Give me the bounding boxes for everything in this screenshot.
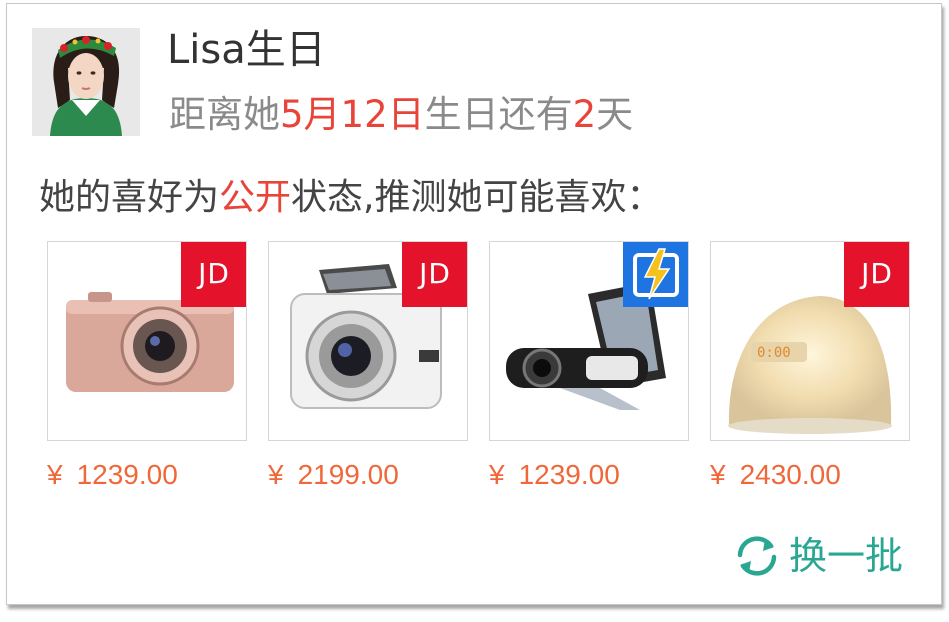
days-remaining: 2	[572, 93, 597, 136]
price-value: 2430.00	[739, 459, 841, 490]
birthday-countdown: 距离她5月12日生日还有2天	[169, 92, 633, 138]
avatar[interactable]	[32, 28, 140, 136]
preferences-prefix: 她的喜好为	[39, 177, 220, 218]
refresh-button[interactable]: 换一批	[731, 530, 903, 582]
countdown-prefix: 距离她	[169, 93, 280, 136]
recipient-name: Lisa生日	[167, 27, 326, 73]
preferences-suffix: 状态,推测她可能喜欢：	[291, 177, 663, 218]
product-image[interactable]: JD	[268, 241, 468, 441]
product-price: ¥2430.00	[710, 457, 910, 493]
product-image[interactable]	[489, 241, 689, 441]
store-badge	[623, 242, 688, 307]
avatar-portrait-icon	[32, 28, 140, 136]
product-card[interactable]: 0:00 JD ¥2430.00	[710, 241, 910, 493]
product-image[interactable]: JD	[47, 241, 247, 441]
countdown-middle: 生日还有	[424, 93, 573, 136]
currency-symbol: ¥	[47, 459, 63, 490]
product-price: ¥2199.00	[268, 457, 468, 493]
product-card[interactable]: ¥1239.00	[489, 241, 689, 493]
product-card[interactable]: JD ¥1239.00	[47, 241, 247, 493]
currency-symbol: ¥	[268, 459, 284, 490]
product-card[interactable]: JD ¥2199.00	[268, 241, 468, 493]
product-price: ¥1239.00	[489, 457, 689, 493]
countdown-suffix: 天	[596, 93, 634, 136]
store-badge: JD	[402, 242, 467, 307]
refresh-label: 换一批	[788, 534, 903, 578]
product-list: JD ¥1239.00 JD ¥2199.00 ¥ 1239.00 0:00 J…	[47, 241, 927, 501]
preferences-line: 她的喜好为公开状态,推测她可能喜欢：	[39, 174, 662, 222]
store-badge: JD	[181, 242, 246, 307]
currency-symbol: ¥	[489, 459, 505, 490]
flash-store-icon	[633, 248, 679, 300]
price-value: 1239.00	[76, 459, 178, 490]
price-value: 2199.00	[297, 459, 399, 490]
price-value: 1239.00	[518, 459, 620, 490]
product-image[interactable]: 0:00 JD	[710, 241, 910, 441]
currency-symbol: ¥	[710, 459, 726, 490]
refresh-icon	[737, 536, 777, 576]
preferences-state: 公开	[219, 177, 292, 218]
birthday-date: 5月12日	[280, 93, 425, 136]
birthday-gift-card: Lisa生日 距离她5月12日生日还有2天 她的喜好为公开状态,推测她可能喜欢：…	[6, 3, 942, 605]
product-price: ¥1239.00	[47, 457, 247, 493]
svg-text:0:00: 0:00	[757, 345, 791, 361]
store-badge: JD	[844, 242, 909, 307]
